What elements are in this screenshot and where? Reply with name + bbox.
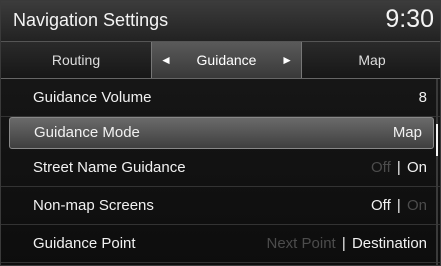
setting-toggle[interactable]: Off | On <box>371 149 427 186</box>
scrollbar-thumb[interactable] <box>436 124 438 156</box>
option-separator: | <box>396 197 401 214</box>
tab-map[interactable]: Map <box>302 42 440 78</box>
setting-value: Map <box>392 124 422 141</box>
setting-label: Guidance Volume <box>33 89 152 106</box>
setting-label: Street Name Guidance <box>33 159 186 176</box>
setting-row-non-map-screens[interactable]: Non-map Screens Off | On <box>1 187 440 225</box>
settings-list: Guidance Volume 8 Guidance Mode Map Stre… <box>1 79 440 263</box>
setting-row-street-name-guidance[interactable]: Street Name Guidance Off | On <box>1 149 440 187</box>
page-title: Navigation Settings <box>13 10 169 30</box>
setting-label: Non-map Screens <box>33 197 154 214</box>
setting-value: 8 <box>418 89 427 106</box>
scrollbar[interactable] <box>436 79 438 265</box>
option-off: Off <box>371 159 391 176</box>
arrow-right-icon[interactable]: ► <box>281 42 293 78</box>
navigation-settings-screen: Navigation Settings 9:30 Routing ◄ Guida… <box>0 0 441 266</box>
tab-guidance-label: Guidance <box>196 52 257 68</box>
setting-row-guidance-volume[interactable]: Guidance Volume 8 <box>1 79 440 117</box>
option-separator: | <box>396 159 401 176</box>
option-separator: | <box>341 235 346 252</box>
setting-toggle[interactable]: Next Point | Destination <box>267 225 428 262</box>
option-destination: Destination <box>351 235 427 252</box>
option-on: On <box>406 159 427 176</box>
setting-toggle[interactable]: Off | On <box>371 187 427 224</box>
settings-tabs: Routing ◄ Guidance ► Map <box>1 42 440 79</box>
option-off: Off <box>371 197 391 214</box>
option-next-point: Next Point <box>266 235 336 252</box>
option-on: On <box>406 197 427 214</box>
title-bar: Navigation Settings 9:30 <box>1 1 440 42</box>
tab-guidance[interactable]: ◄ Guidance ► <box>151 42 302 78</box>
tab-routing[interactable]: Routing <box>1 42 151 78</box>
setting-row-guidance-mode[interactable]: Guidance Mode Map <box>9 117 434 149</box>
setting-label: Guidance Mode <box>34 124 140 141</box>
arrow-left-icon[interactable]: ◄ <box>160 42 172 78</box>
setting-row-guidance-point[interactable]: Guidance Point Next Point | Destination <box>1 225 440 263</box>
clock: 9:30 <box>385 5 434 33</box>
setting-label: Guidance Point <box>33 235 136 252</box>
